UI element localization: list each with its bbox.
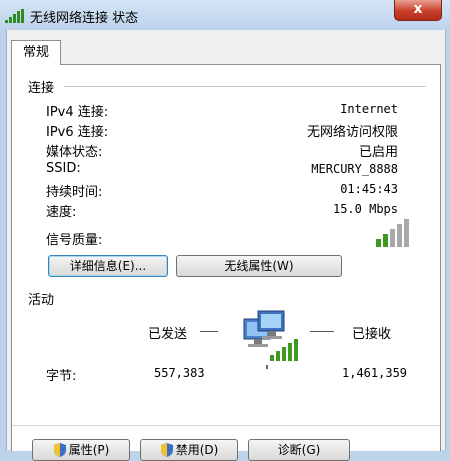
signal-bar <box>390 229 395 247</box>
close-icon: x <box>413 1 423 17</box>
signal-bar <box>376 239 381 247</box>
bytes-sent-value: 557,383 <box>154 366 205 380</box>
ssid-label: SSID: <box>46 161 81 176</box>
received-label: 已接收 <box>352 327 392 342</box>
ipv6-value: 无网络访问权限 <box>306 125 398 140</box>
activity-group-title: 活动 <box>28 293 55 308</box>
details-button[interactable]: 详细信息(E)... <box>48 255 168 277</box>
diagnose-button[interactable]: 诊断(G) <box>248 439 350 461</box>
properties-button[interactable]: 属性(P) <box>32 439 130 461</box>
sent-label: 已发送 <box>148 327 188 342</box>
signal-bar <box>404 219 409 247</box>
signal-quality-label: 信号质量: <box>46 233 103 248</box>
ipv4-label: IPv4 连接: <box>46 105 109 120</box>
speed-value: 15.0 Mbps <box>332 202 398 216</box>
shield-icon <box>160 443 173 457</box>
properties-button-label: 属性(P) <box>68 443 110 457</box>
duration-label: 持续时间: <box>46 185 103 200</box>
window-title: 无线网络连接 状态 <box>30 11 139 26</box>
dialog-body: 常规 连接 IPv4 连接: Internet IPv6 连接: 无网络访问权限… <box>6 30 446 461</box>
sent-line <box>200 331 218 332</box>
tab-general[interactable]: 常规 <box>11 40 61 65</box>
ipv6-label: IPv6 连接: <box>46 125 109 140</box>
network-computers-icon <box>243 310 298 369</box>
disable-button[interactable]: 禁用(D) <box>140 439 238 461</box>
media-state-label: 媒体状态: <box>46 145 103 160</box>
bytes-label: 字节: <box>46 369 77 384</box>
footer-divider <box>12 425 440 426</box>
received-line <box>310 331 334 332</box>
title-bar: 无线网络连接 状态 x <box>0 0 450 30</box>
signal-bar <box>397 224 402 247</box>
duration-value: 01:45:43 <box>340 182 398 196</box>
bytes-received-value: 1,461,359 <box>342 366 408 380</box>
disable-button-label: 禁用(D) <box>175 443 219 457</box>
connection-group-title: 连接 <box>28 81 55 96</box>
shield-icon <box>53 443 66 457</box>
ipv4-value: Internet <box>340 102 398 116</box>
network-bars-icon <box>5 9 24 23</box>
ssid-value: MERCURY_8888 <box>311 162 398 176</box>
connection-group-line <box>64 86 426 87</box>
wireless-properties-button[interactable]: 无线属性(W) <box>176 255 342 277</box>
media-state-value: 已启用 <box>358 145 398 160</box>
signal-strength-icon <box>376 219 409 247</box>
signal-bar <box>383 234 388 247</box>
general-panel: 连接 IPv4 连接: Internet IPv6 连接: 无网络访问权限 媒体… <box>11 64 441 461</box>
close-button[interactable]: x <box>394 0 442 21</box>
speed-label: 速度: <box>46 205 77 220</box>
